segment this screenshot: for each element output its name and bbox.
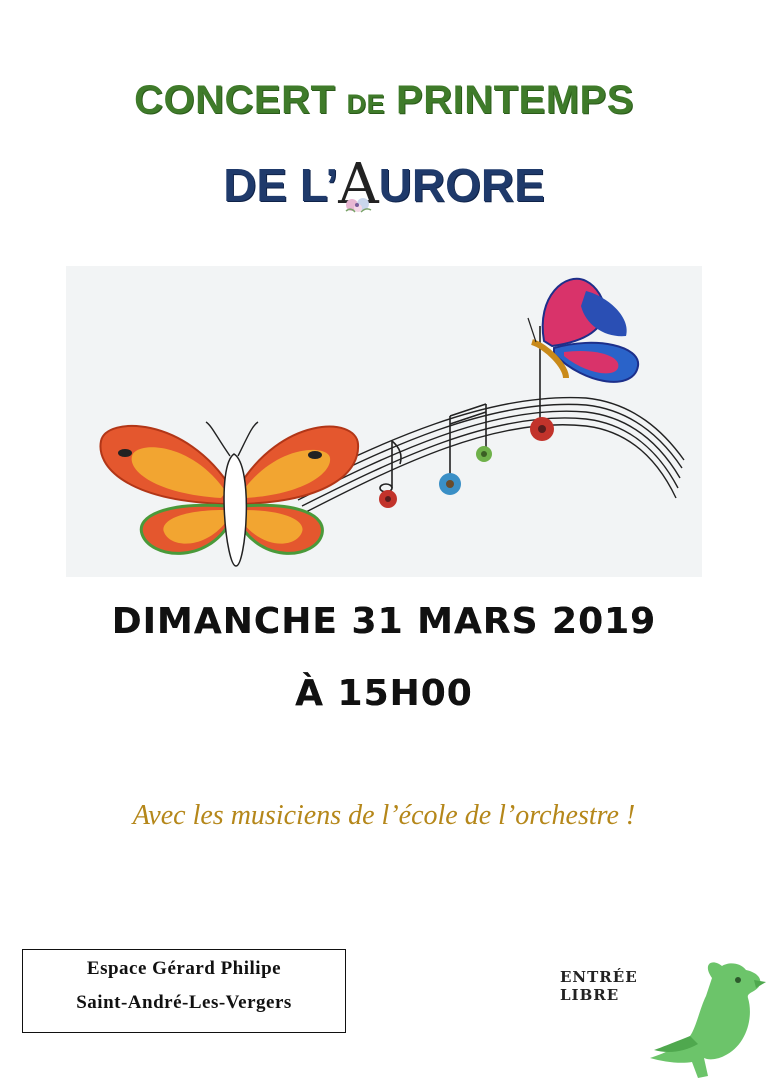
poster-title-line2: DE L’A URORE [0,152,768,217]
venue-city: Saint-André-Les-Vergers [76,992,292,1013]
subtitle-musicians: Avec les musiciens de l’école de l’orche… [132,800,636,831]
butterfly-music-illustration [66,266,702,577]
poster-title-line1: CONCERT DE PRINTEMPS [0,78,768,123]
title-word-concert: CONCERT [134,78,336,122]
title-word-l: L’ [299,159,339,211]
butterfly-music-staff-illustration-icon [99,277,685,567]
flower-ornament-icon [345,198,372,213]
event-date: DIMANCHE 31 MARS 2019 [111,601,657,642]
title-word-de-2: DE [223,159,288,211]
event-time: À 15H00 [295,673,473,714]
venue-box: Espace Gérard Philipe Saint-André-Les-Ve… [22,949,346,1033]
green-bird-icon [650,962,766,1078]
title-word-de: DE [346,89,385,119]
title-word-urore: URORE [378,159,545,211]
venue-name: Espace Gérard Philipe [86,958,282,979]
decorative-letter-a: A [338,152,379,217]
title-word-printemps: PRINTEMPS [396,78,634,122]
